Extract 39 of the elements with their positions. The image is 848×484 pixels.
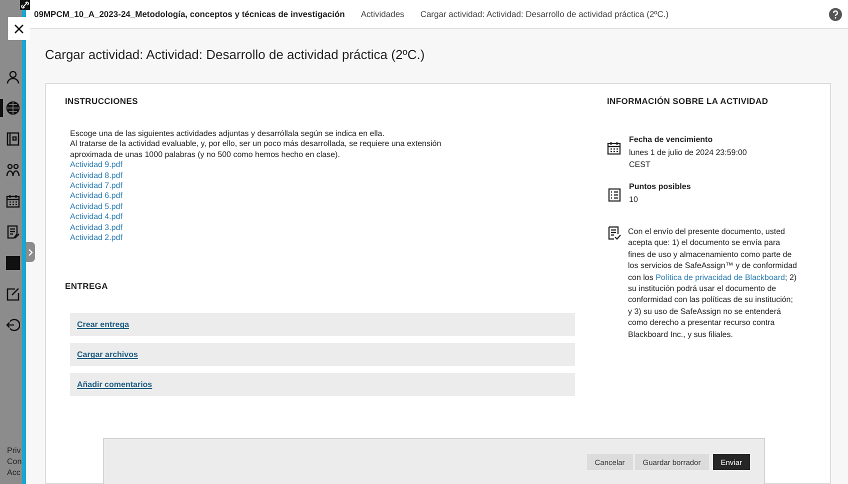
points-value: 10: [629, 194, 639, 205]
document-check-icon: [607, 226, 621, 240]
section-heading: ENTREGA: [65, 281, 109, 292]
timezone: CEST: [629, 159, 652, 170]
page-title: Cargar actividad: Actividad: Desarrollo de actividad práctica (2ºC.): [45, 47, 426, 62]
help-icon[interactable]: [829, 8, 842, 20]
link-icon[interactable]: [20, 0, 30, 10]
breadcrumb[interactable]: Actividades: [360, 9, 404, 19]
expand-tab[interactable]: [26, 242, 35, 262]
action-link[interactable]: Añadir comentarios: [77, 380, 152, 390]
info-label: Puntos posibles: [629, 181, 691, 193]
attachment-link[interactable]: Actividad 9.pdf: [70, 160, 122, 171]
privacy-link[interactable]: Política de privacidad de Blackboard: [656, 272, 785, 282]
instruction-text: Al tratarse de la actividad evaluable, y, por ello, ser un poco más desarrollada, se requiere una extensión aproximada de unas 1000 palabras (y no 500 como hemos hecho en clase).: [70, 139, 442, 160]
attachment-link[interactable]: Actividad 8.pdf: [70, 170, 122, 182]
list-icon: [607, 188, 621, 202]
footer-link[interactable]: Con: [7, 456, 22, 467]
info-label: Fecha de vencimiento: [629, 134, 714, 146]
attachment-link[interactable]: Actividad 2.pdf: [70, 233, 122, 244]
footer-link[interactable]: Acc: [7, 467, 22, 478]
section-heading: INSTRUCCIONES: [65, 96, 139, 106]
close-button[interactable]: [8, 17, 30, 40]
attachment-link[interactable]: Actividad 5.pdf: [70, 202, 122, 212]
footer-link[interactable]: Priv: [7, 445, 22, 456]
attachment-link[interactable]: Actividad 4.pdf: [70, 212, 122, 223]
section-heading: INFORMACIÓN SOBRE LA ACTIVIDAD: [607, 96, 770, 106]
notice-text: Con el envío del presente documento, usted acepta que: 1) el documento se envía para fines de uso y almacenamiento como parte de los servicios de SafeAssign™ y de conformidad con los Política de privacidad de Blackboard; 2) su institución podrá usar el documento de conformidad con las políticas de su institución; y 3) su uso de SafeAssign no se entenderá como derecho a presentar recurso contra Blackboard Inc., y sus filiales.: [628, 226, 798, 340]
chevron-icon: [28, 248, 33, 256]
attachment-link[interactable]: Actividad 7.pdf: [70, 181, 122, 192]
attachment-link[interactable]: Actividad 6.pdf: [70, 191, 122, 202]
close-icon: [14, 24, 24, 34]
breadcrumb[interactable]: Cargar actividad: Actividad: Desarrollo de actividad práctica (2ºC.): [420, 9, 669, 19]
instruction-text: Escoge una de las siguientes actividades adjuntas y desarróllala según se indica en ella.: [70, 129, 386, 140]
action-link[interactable]: Crear entrega: [77, 320, 130, 330]
course-title[interactable]: 09MPCM_10_A_2023-24_Metodología, conceptos y técnicas de investigación: [34, 9, 345, 19]
action-link[interactable]: Cargar archivos: [77, 350, 138, 360]
due-date: lunes 1 de julio de 2024 23:59:00: [629, 147, 747, 158]
attachment-link[interactable]: Actividad 3.pdf: [70, 222, 122, 234]
calendar-icon: [607, 141, 621, 155]
